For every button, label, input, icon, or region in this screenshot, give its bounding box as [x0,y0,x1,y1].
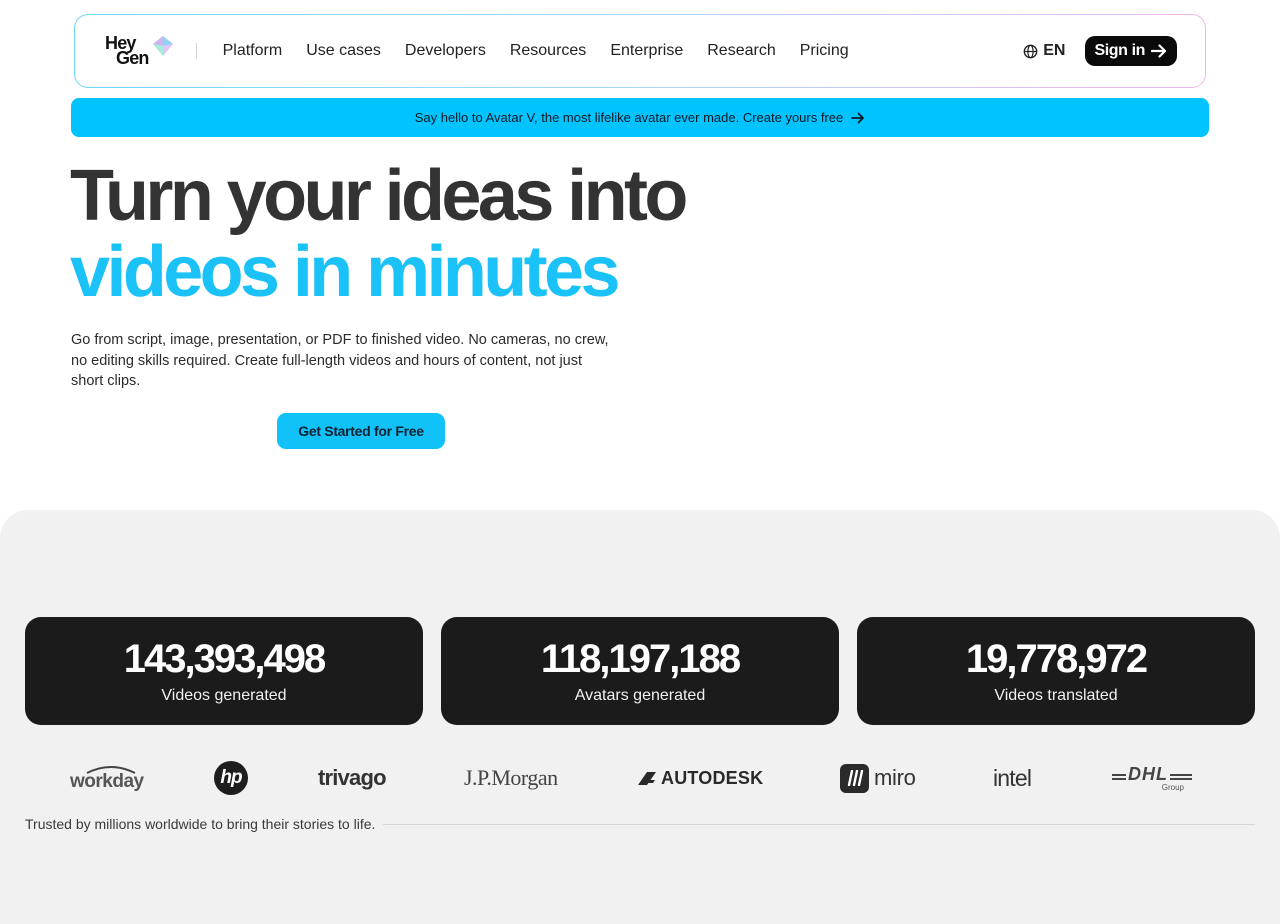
nav-link-resources[interactable]: Resources [510,42,586,60]
dhl-stripes-right [1170,773,1192,776]
autodesk-mark-icon [638,771,656,785]
stat-label: Videos generated [161,687,287,704]
trusted-text: Trusted by millions worldwide to bring t… [25,816,376,832]
logo-line-2: Gen [116,48,149,68]
intel-logo: intel [993,755,1032,801]
heygen-logo[interactable]: Hey Gen [105,34,174,68]
hero-title-line-2: videos in minutes [70,232,621,312]
jpmorgan-wordmark: J.P.Morgan [464,765,558,790]
hp-wordmark: hp [220,767,242,788]
sign-in-label: Sign in [1094,42,1145,59]
language-selector[interactable]: EN [1023,42,1065,60]
dhl-logo: DHL Group [1112,755,1192,801]
sign-in-button[interactable]: Sign in [1085,36,1177,66]
trivago-wordmark: trivago [318,765,387,790]
get-started-button[interactable]: Get Started for Free [277,413,445,449]
stat-card-avatars-generated: 118,197,188 Avatars generated [441,617,839,725]
intel-wordmark: intel [993,764,1032,791]
nav-links: Platform Use cases Developers Resources … [223,42,849,60]
autodesk-wordmark: AUTODESK [661,767,764,788]
nav-link-platform[interactable]: Platform [223,42,283,60]
miro-mark-icon [840,763,869,793]
language-label: EN [1043,42,1066,59]
hero-subtitle: Go from script, image, presentation, or … [71,332,609,389]
hero-title: Turn your ideas into videos in minutes [70,156,688,312]
arrow-right-icon [1151,44,1167,58]
gem-icon [152,36,173,56]
dhl-stripes-left [1112,773,1126,776]
miro-logo: miro [840,755,916,801]
dhl-mark: DHL [1112,764,1192,785]
trusted-row: Trusted by millions worldwide to bring t… [25,816,1255,832]
stat-value: 19,778,972 [965,637,1148,681]
nav-link-enterprise[interactable]: Enterprise [610,42,683,60]
autodesk-logo: AUTODESK [638,755,763,801]
stat-card-videos-translated: 19,778,972 Videos translated [857,617,1255,725]
trivago-logo: trivago [318,755,387,801]
miro-wordmark: miro [874,765,916,790]
banner-text: Say hello to Avatar V, the most lifelike… [414,110,844,125]
workday-wordmark: workday [70,770,144,792]
stat-value: 143,393,498 [123,637,326,681]
divider-line [383,823,1255,825]
jpmorgan-logo: J.P.Morgan [464,755,558,801]
nav-border: Hey Gen Platform Use cases Developers Re… [74,14,1206,88]
stat-label: Avatars generated [574,687,706,704]
nav-link-research[interactable]: Research [707,42,775,60]
globe-icon [1023,44,1038,58]
nav-actions: EN Sign in [1023,36,1177,66]
logo-wordmark: Hey Gen [105,34,149,68]
stat-value: 118,197,188 [540,637,741,681]
dhl-wordmark: DHL [1128,764,1168,784]
announcement-banner[interactable]: Say hello to Avatar V, the most lifelike… [71,98,1209,137]
nav-link-developers[interactable]: Developers [405,42,486,60]
nav-link-pricing[interactable]: Pricing [800,42,849,60]
stat-label: Videos translated [994,687,1118,704]
stat-card-videos-generated: 143,393,498 Videos generated [25,617,423,725]
top-nav: Hey Gen Platform Use cases Developers Re… [75,15,1205,87]
customer-logos: workday hp trivago J.P.Morgan AUTODESK m… [0,755,1280,801]
dhl-group-label: Group [1161,783,1184,792]
workday-logo: workday [70,755,144,801]
hero-title-line-1: Turn your ideas into [70,156,688,236]
arrow-right-icon [851,112,865,123]
nav-link-use-cases[interactable]: Use cases [306,42,381,60]
hp-logo: hp [214,755,248,801]
hp-badge: hp [214,761,248,795]
nav-divider [195,43,197,59]
